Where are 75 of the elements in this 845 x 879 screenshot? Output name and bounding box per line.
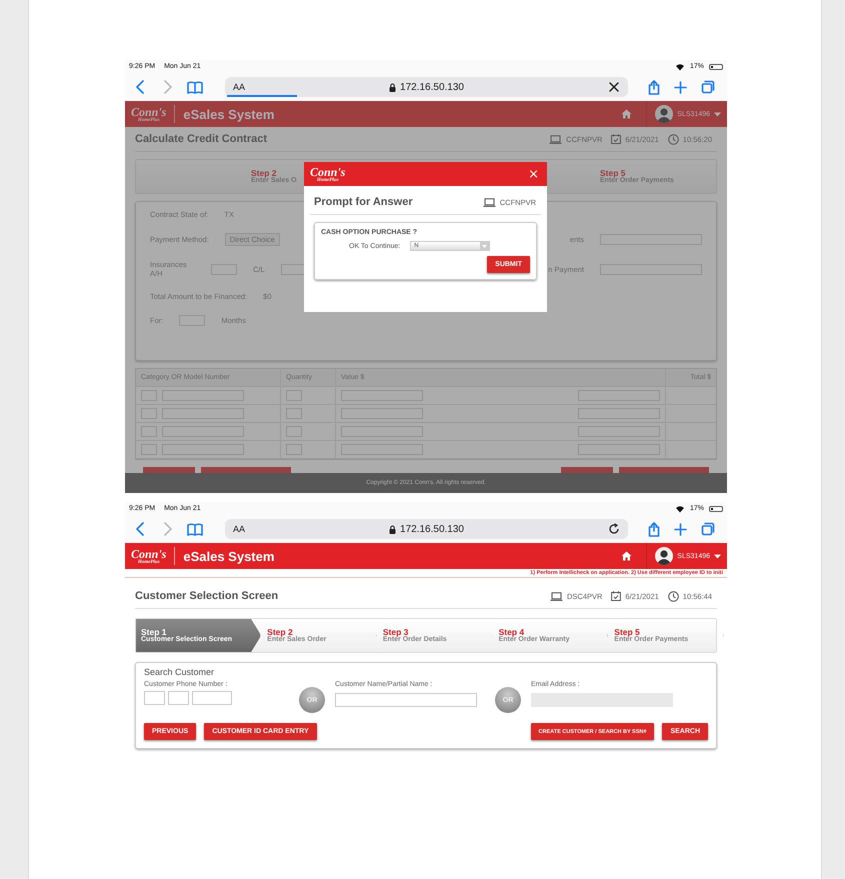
share-icon[interactable] (648, 522, 660, 536)
close-button[interactable]: × (526, 166, 541, 182)
book-icon[interactable] (187, 522, 203, 536)
input-field[interactable] (141, 426, 157, 437)
caret-icon (714, 112, 721, 116)
app-title: eSales System (183, 106, 274, 122)
input-field[interactable] (286, 390, 302, 401)
clock-icon (668, 134, 679, 144)
input-field[interactable] (341, 426, 423, 437)
input-field[interactable] (341, 390, 423, 401)
input-field[interactable] (141, 408, 157, 419)
input-field[interactable] (578, 408, 660, 419)
calendar-icon (611, 134, 622, 144)
avatar-icon (655, 547, 674, 565)
close-icon[interactable] (608, 81, 620, 93)
laptop-icon (550, 592, 563, 600)
lock-icon (389, 82, 396, 92)
wifi-icon (674, 62, 685, 70)
input-field[interactable] (286, 426, 302, 437)
input-field[interactable] (162, 444, 244, 455)
input-field[interactable] (578, 390, 660, 401)
input-field[interactable] (335, 693, 477, 707)
input-field[interactable] (286, 408, 302, 419)
tabs-icon[interactable] (701, 80, 715, 94)
address-bar[interactable]: AA 172.16.50.130 (225, 519, 628, 539)
caret-icon (714, 554, 721, 558)
url-text: 172.16.50.130 (400, 524, 464, 534)
forward-icon[interactable] (163, 522, 173, 536)
input-field[interactable] (168, 691, 189, 705)
text-size-button[interactable]: AA (233, 82, 246, 92)
lock-icon (389, 524, 396, 534)
url-text: 172.16.50.130 (400, 82, 464, 92)
calendar-icon (611, 591, 622, 601)
book-icon[interactable] (187, 80, 203, 94)
input-field[interactable] (341, 444, 423, 455)
home-icon[interactable] (621, 551, 632, 561)
input-field[interactable] (162, 426, 244, 437)
tabs-icon[interactable] (701, 522, 715, 536)
new-tab-icon[interactable] (674, 522, 687, 536)
forward-icon[interactable] (163, 80, 173, 94)
battery-icon (709, 64, 723, 70)
input-field[interactable] (341, 408, 423, 419)
input-field[interactable] (578, 426, 660, 437)
wifi-icon (674, 504, 685, 512)
text-size-button[interactable]: AA (233, 524, 246, 534)
page-title: Customer Selection Screen (135, 590, 278, 602)
page-title: Calculate Credit Contract (135, 133, 268, 145)
input-field[interactable] (179, 315, 206, 326)
new-tab-icon[interactable] (674, 80, 687, 94)
section-title: Search Customer (144, 667, 216, 677)
laptop-icon (482, 198, 496, 206)
avatar-icon (655, 105, 674, 123)
home-icon[interactable] (621, 109, 632, 119)
input-field[interactable] (144, 691, 165, 705)
battery-icon (709, 506, 723, 512)
input-field[interactable] (600, 264, 702, 274)
back-icon[interactable] (135, 80, 145, 94)
input-field[interactable] (280, 264, 307, 274)
app-title: eSales System (183, 548, 274, 564)
input-field[interactable] (141, 390, 157, 401)
input-field[interactable] (578, 444, 660, 455)
input-field[interactable] (162, 408, 244, 419)
laptop-icon (549, 134, 562, 144)
dialog-title: Prompt for Answer (314, 196, 413, 208)
input-field[interactable] (192, 691, 232, 705)
input-field[interactable] (286, 444, 302, 455)
input-field[interactable] (141, 444, 157, 455)
input-field[interactable] (211, 264, 237, 274)
input-field[interactable] (162, 390, 244, 401)
input-field[interactable] (600, 234, 702, 245)
address-bar[interactable]: AA 172.16.50.130 (225, 77, 628, 97)
clock-icon (668, 590, 679, 602)
back-icon[interactable] (135, 522, 145, 536)
share-icon[interactable] (648, 80, 660, 94)
reload-icon[interactable] (608, 523, 620, 535)
